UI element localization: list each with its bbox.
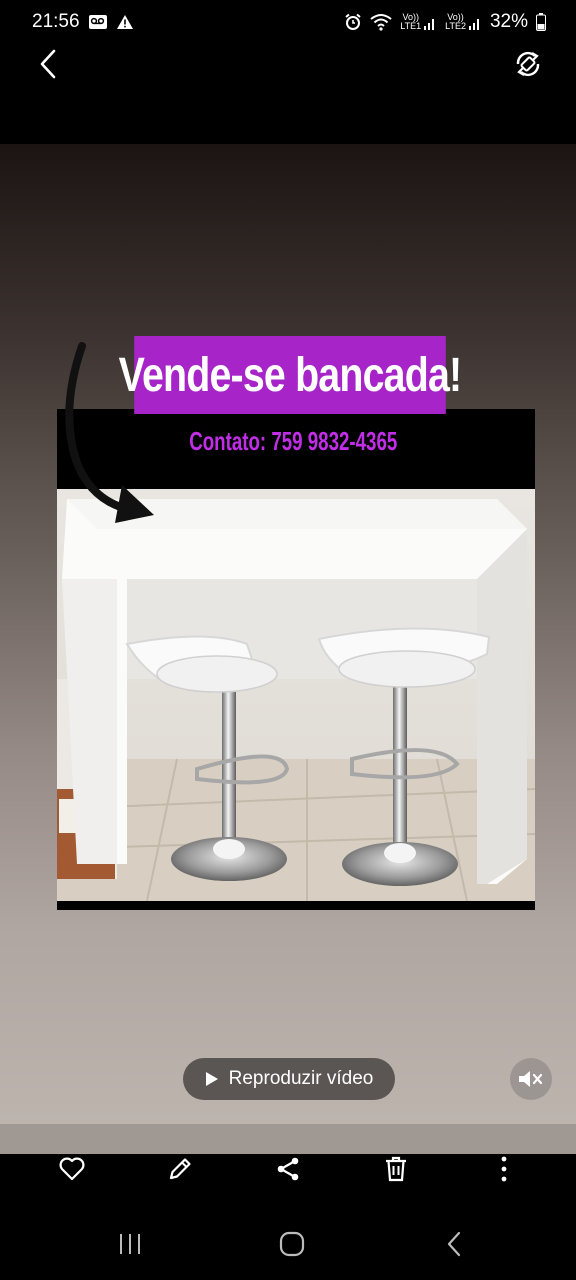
wifi-icon	[370, 14, 392, 31]
headline-banner: Vende-se bancada!	[119, 336, 462, 414]
play-video-button[interactable]: Reproduzir vídeo	[183, 1058, 395, 1100]
more-options-button[interactable]	[481, 1154, 527, 1184]
sim2-network-label: LTE2	[445, 21, 466, 31]
warning-icon	[116, 15, 133, 29]
nav-back-icon	[447, 1231, 461, 1257]
rotate-button[interactable]	[506, 42, 550, 86]
voicemail-icon	[88, 15, 107, 29]
home-icon	[279, 1231, 305, 1257]
heart-icon	[59, 1157, 85, 1181]
status-right: Vo)) LTE1 Vo)) LTE2 32%	[344, 11, 546, 33]
trash-icon	[386, 1156, 406, 1182]
home-button[interactable]	[262, 1224, 322, 1264]
bar-counter-photo	[57, 489, 535, 901]
signal-icon	[468, 19, 479, 30]
more-vertical-icon	[501, 1156, 507, 1182]
alarm-icon	[345, 13, 361, 30]
status-time: 21:56	[32, 11, 80, 32]
recent-apps-button[interactable]	[100, 1224, 160, 1264]
arrow-icon	[65, 342, 154, 523]
sim1-network-label: LTE1	[400, 21, 422, 31]
mute-button[interactable]	[510, 1058, 552, 1100]
recent-apps-icon	[120, 1234, 140, 1254]
rotate-screen-icon	[516, 51, 540, 77]
action-bar	[0, 1154, 576, 1200]
share-button[interactable]	[265, 1154, 311, 1184]
delete-button[interactable]	[373, 1154, 419, 1184]
viewer-bottom-band	[0, 1124, 576, 1154]
back-button[interactable]	[26, 42, 70, 86]
status-left: 21:56	[32, 11, 134, 33]
signal-icon	[424, 19, 435, 30]
contact-text: Contato: 759 9832-4365	[189, 426, 398, 456]
system-nav-bar	[0, 1200, 576, 1280]
speaker-muted-icon	[519, 1071, 543, 1087]
play-video-label: Reproduzir vídeo	[228, 1068, 374, 1089]
product-photo	[57, 489, 535, 901]
sim1-indicator: Vo)) LTE1	[400, 13, 437, 31]
sim2-indicator: Vo)) LTE2	[445, 13, 482, 31]
nav-back-button[interactable]	[424, 1224, 484, 1264]
battery-percent: 32%	[489, 11, 528, 32]
pencil-icon	[169, 1158, 191, 1180]
play-icon	[205, 1072, 218, 1086]
viewer-top-bar	[0, 44, 576, 144]
battery-icon	[536, 13, 546, 31]
chevron-left-icon	[40, 49, 56, 79]
share-icon	[277, 1157, 299, 1181]
favorite-button[interactable]	[49, 1154, 95, 1184]
edit-button[interactable]	[157, 1154, 203, 1184]
status-bar: 21:56 Vo)) LTE1 Vo)) LTE2 32%	[0, 0, 576, 44]
